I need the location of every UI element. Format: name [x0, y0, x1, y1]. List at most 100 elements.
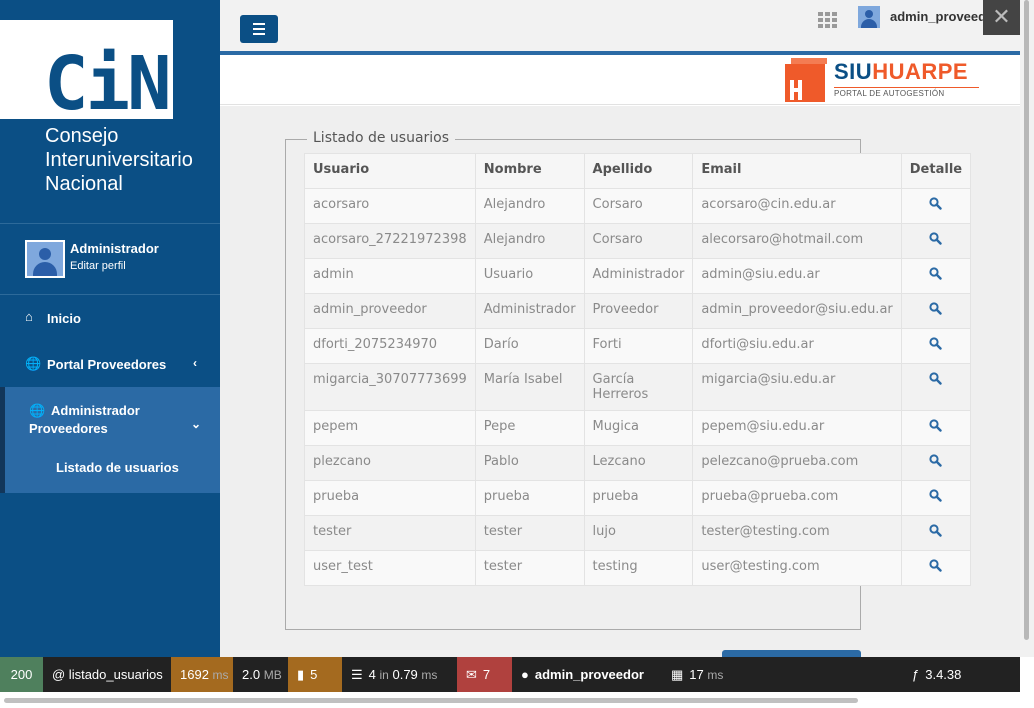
sidebar-item-portal-proveedores[interactable]: 🌐 Portal Proveedores ‹ — [0, 354, 220, 378]
users-table-body: acorsaro Alejandro Corsaro acorsaro@cin.edu… — [304, 188, 972, 586]
cell-detalle — [900, 223, 972, 259]
time-item[interactable]: 1692 ms — [171, 657, 233, 692]
cell-apellido: testing — [583, 550, 694, 586]
horizontal-scrollbar[interactable] — [0, 692, 1034, 708]
cell-nombre: Usuario — [474, 258, 585, 294]
cell-nombre: Darío — [474, 328, 585, 364]
symfony-version: 3.4.38 — [925, 667, 962, 682]
search-icon[interactable] — [929, 302, 943, 319]
org-name-line: Consejo — [45, 125, 119, 147]
table-row: migarcia_30707773699 María Isabel García H… — [304, 363, 972, 411]
column-header-apellido: Apellido — [583, 153, 694, 189]
cell-detalle — [900, 445, 972, 481]
home-icon: ⌂ — [25, 309, 33, 324]
render-time-item[interactable]: ▦ 17 ms — [662, 657, 742, 692]
cin-logo[interactable]: CiN — [0, 20, 173, 124]
toolbar-user: admin_proveedor — [534, 667, 644, 682]
siu-huarpe-title: SIUHUARPE — [834, 60, 968, 84]
menu-toggle-button[interactable] — [240, 15, 278, 43]
sidebar-item-label: Listado de usuarios — [56, 460, 179, 475]
cell-detalle — [900, 515, 972, 551]
translations-item[interactable]: ✉ 7 — [457, 657, 512, 692]
cell-usuario: migarcia_30707773699 — [304, 363, 476, 411]
cell-apellido: Administrador — [583, 258, 694, 294]
vertical-scrollbar-thumb[interactable] — [1024, 0, 1029, 640]
cell-usuario: dforti_2075234970 — [304, 328, 476, 364]
cell-detalle — [900, 188, 972, 224]
logs-item[interactable]: ▮ 5 — [288, 657, 342, 692]
queries-item[interactable]: ☰ 4 in 0.79 ms — [342, 657, 457, 692]
table-row: pepem Pepe Mugica pepem@siu.edu.ar — [304, 410, 972, 446]
top-user-avatar-icon[interactable] — [858, 6, 880, 28]
column-header-usuario: Usuario — [304, 153, 476, 189]
avatar[interactable] — [25, 240, 65, 278]
cell-apellido: Proveedor — [583, 293, 694, 329]
search-icon[interactable] — [929, 419, 943, 436]
sidebar-item-inicio[interactable]: ⌂ Inicio — [0, 308, 220, 332]
search-icon[interactable] — [929, 524, 943, 541]
cell-detalle — [900, 480, 972, 516]
user-avatar-icon — [27, 242, 63, 276]
cell-usuario: user_test — [304, 550, 476, 586]
cell-usuario: plezcano — [304, 445, 476, 481]
search-icon[interactable] — [929, 454, 943, 471]
cell-apellido: prueba — [583, 480, 694, 516]
chevron-down-icon: ⌄ — [191, 417, 202, 431]
close-toolbar-button[interactable]: ✕ — [983, 0, 1020, 35]
debug-toolbar: 200 @ listado_usuarios 1692 ms 2.0 MB ▮ 5… — [0, 657, 1020, 692]
apps-grid-icon[interactable] — [818, 12, 838, 28]
template-icon: ▦ — [671, 667, 684, 682]
topbar — [220, 0, 1020, 51]
column-header-email: Email — [692, 153, 902, 189]
table-row: user_test tester testing user@testing.com — [304, 550, 972, 586]
cell-usuario: acorsaro — [304, 188, 476, 224]
table-row: dforti_2075234970 Darío Forti dforti@siu.ed… — [304, 328, 972, 364]
warning-icon: ▮ — [297, 667, 305, 682]
search-icon[interactable] — [929, 337, 943, 354]
search-icon[interactable] — [929, 232, 943, 249]
cell-nombre: María Isabel — [474, 363, 585, 411]
user-icon: ● — [521, 667, 529, 682]
render-time: 17 — [689, 667, 704, 682]
memory-item[interactable]: 2.0 MB — [233, 657, 288, 692]
cell-email: tester@testing.com — [692, 515, 902, 551]
cell-email: migarcia@siu.edu.ar — [692, 363, 902, 411]
globe-icon: 🌐 — [29, 403, 46, 418]
sidebar-item-label: Inicio — [47, 311, 81, 326]
memory-unit: MB — [263, 668, 282, 682]
symfony-version-item[interactable]: ƒ 3.4.38 — [903, 657, 983, 692]
edit-profile-link[interactable]: Editar perfil — [70, 260, 126, 272]
security-user-item[interactable]: ● admin_proveedor — [512, 657, 662, 692]
siu-huarpe-logo-icon — [785, 58, 827, 102]
vertical-scrollbar[interactable] — [1020, 0, 1034, 657]
status-badge[interactable]: 200 — [0, 657, 43, 692]
sidebar-item-label: Administrador — [51, 403, 140, 418]
cell-email: admin@siu.edu.ar — [692, 258, 902, 294]
search-icon[interactable] — [929, 197, 943, 214]
table-row: tester tester lujo tester@testing.com — [304, 515, 972, 551]
sidebar-item-administrador-proveedores[interactable]: 🌐 Administrador Proveedores ⌄ — [0, 401, 220, 441]
cell-email: prueba@prueba.com — [692, 480, 902, 516]
cell-detalle — [900, 410, 972, 446]
cell-nombre: Pepe — [474, 410, 585, 446]
search-icon[interactable] — [929, 372, 943, 389]
sidebar-divider — [0, 294, 220, 295]
route-item[interactable]: @ listado_usuarios — [43, 657, 171, 692]
cell-email: user@testing.com — [692, 550, 902, 586]
users-legend: Listado de usuarios — [307, 130, 456, 146]
cell-apellido: García Herreros — [583, 363, 694, 411]
time-unit: ms — [212, 668, 229, 682]
sidebar-item-listado-usuarios[interactable]: Listado de usuarios — [0, 460, 220, 480]
search-icon[interactable] — [929, 489, 943, 506]
user-name: Administrador — [70, 241, 159, 256]
column-header-detalle: Detalle — [900, 153, 972, 189]
bottom-action-button[interactable] — [722, 650, 861, 657]
search-icon[interactable] — [929, 559, 943, 576]
time-value: 1692 — [180, 667, 209, 682]
search-icon[interactable] — [929, 267, 943, 284]
cell-usuario: prueba — [304, 480, 476, 516]
cell-nombre: tester — [474, 515, 585, 551]
horizontal-scrollbar-thumb[interactable] — [4, 698, 858, 703]
translations-count: 7 — [482, 667, 491, 682]
memory-value: 2.0 — [242, 667, 261, 682]
